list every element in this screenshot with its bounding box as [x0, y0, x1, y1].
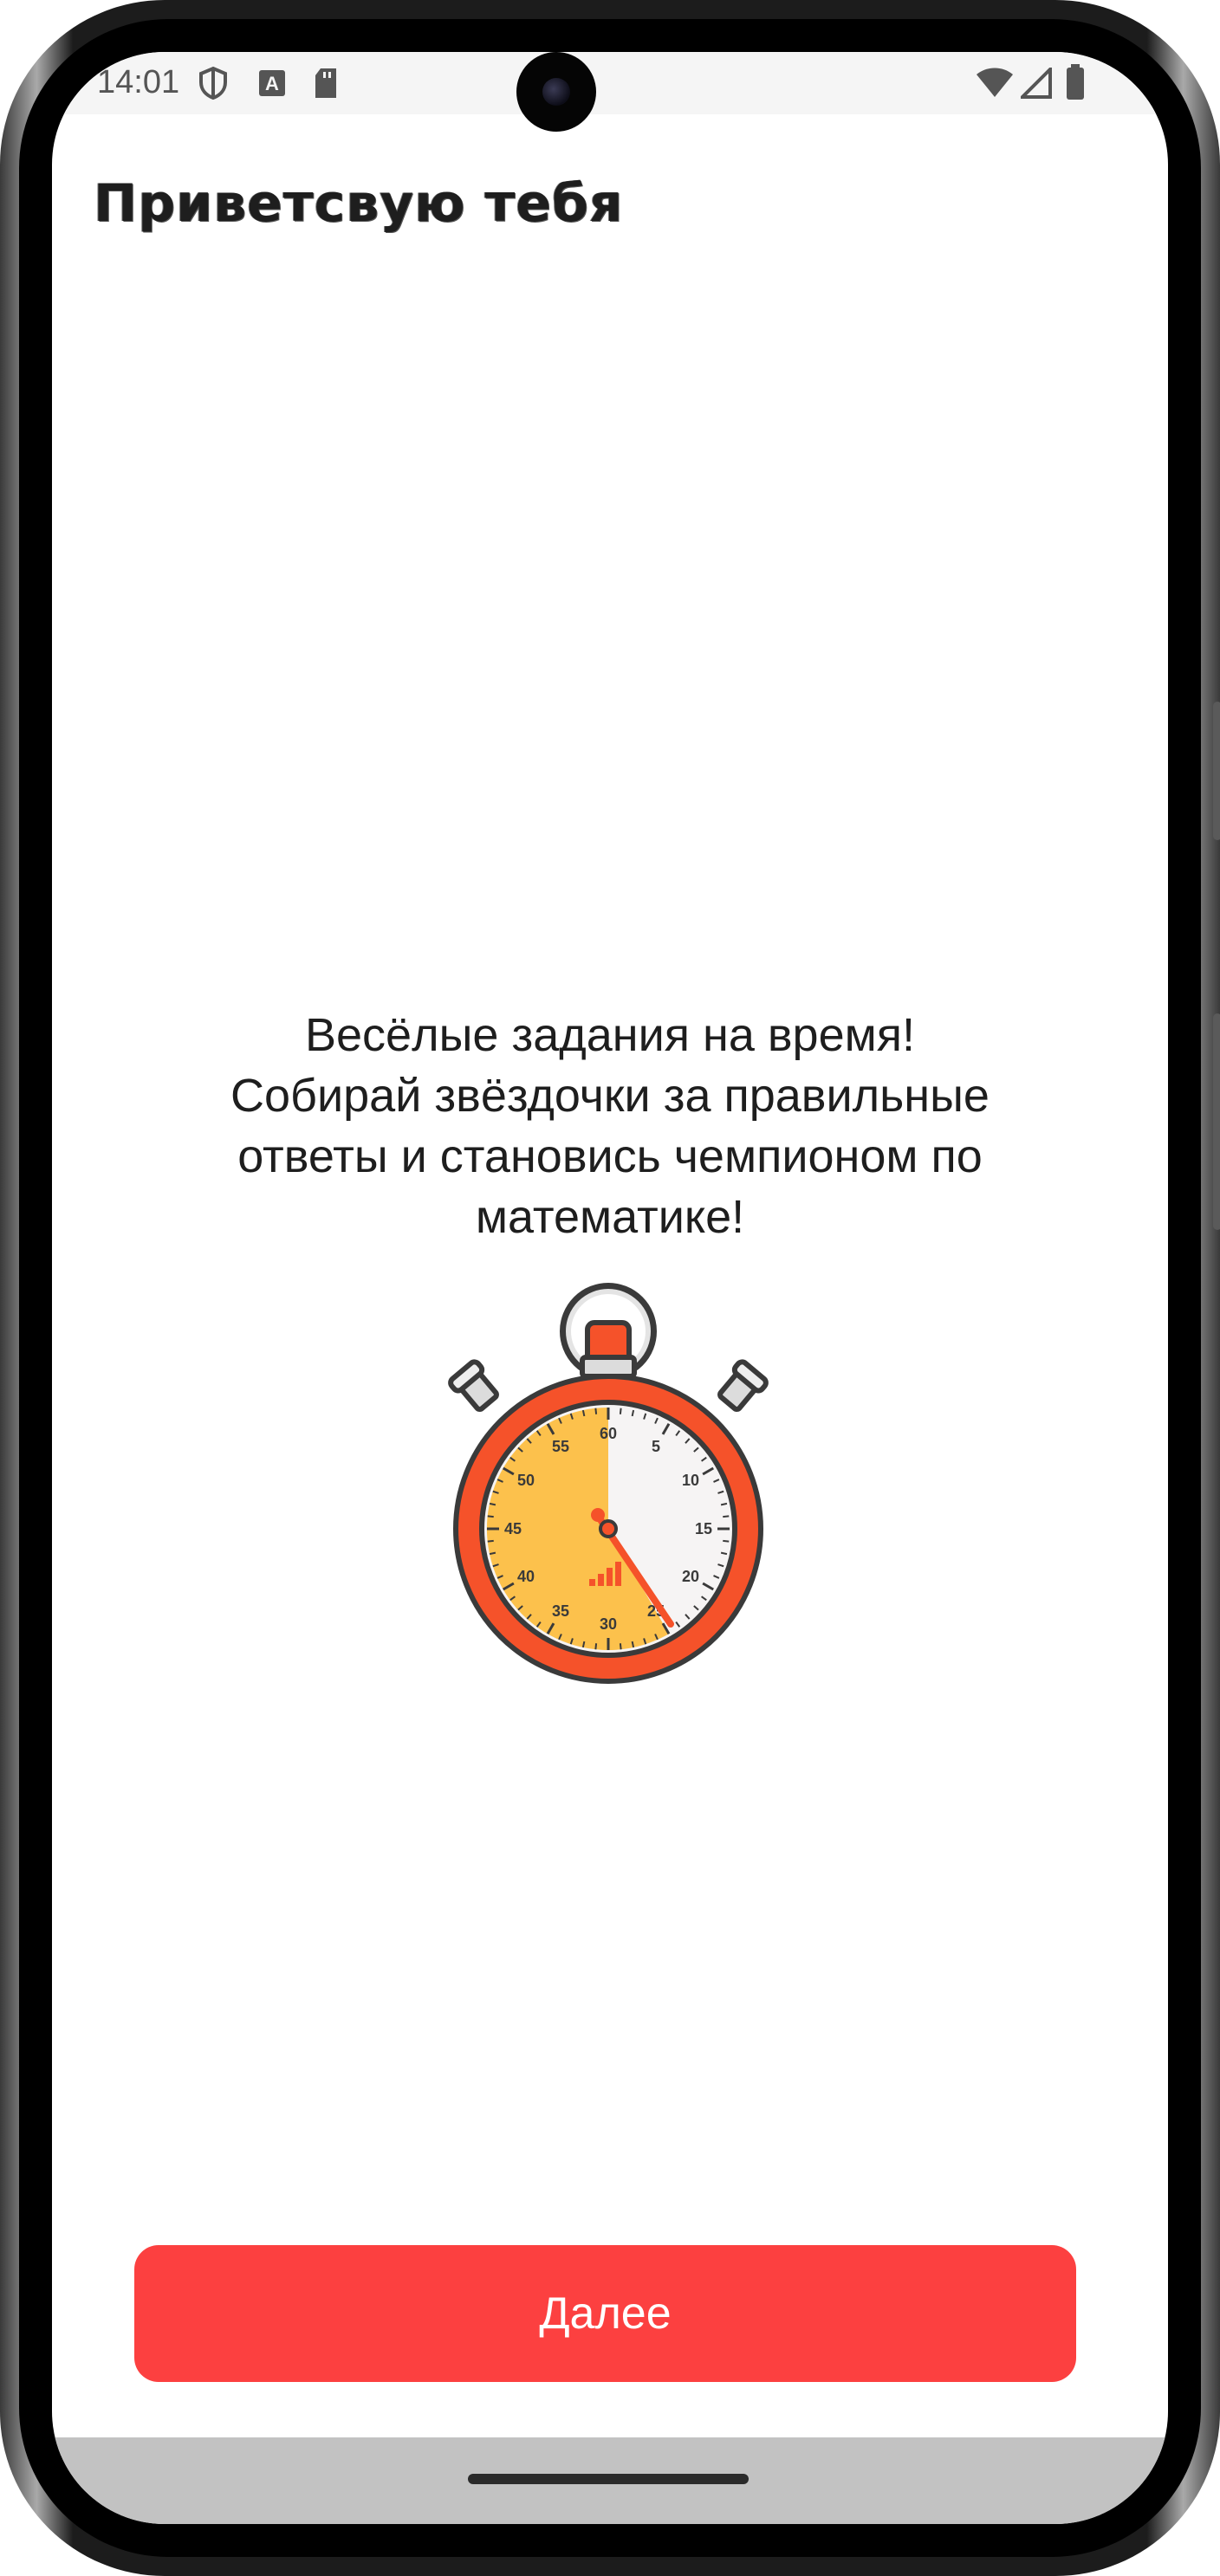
- wifi-icon: [977, 68, 1013, 97]
- stopwatch-tick: [619, 1643, 622, 1650]
- stopwatch-tick: [581, 1641, 586, 1648]
- status-time: 14:01: [97, 64, 180, 100]
- description-line: Весёлые задания на время!: [305, 1009, 915, 1061]
- stopwatch-tick: [581, 1409, 586, 1417]
- stopwatch-icon: 60 5 10 15 20 25 30 35 40 45 50 55: [448, 1283, 769, 1684]
- stopwatch-tick: [489, 1502, 496, 1506]
- svg-text:A: A: [265, 73, 279, 94]
- description-line: Собирай звёздочки за правильные: [230, 1070, 990, 1122]
- phone-frame: 14:01 A Приветсвую тебя Весёлые задания …: [0, 0, 1220, 2576]
- stopwatch-label: 45: [504, 1520, 522, 1537]
- home-indicator[interactable]: [468, 2474, 749, 2484]
- stopwatch-label: 20: [682, 1568, 699, 1585]
- stopwatch-label: 5: [652, 1438, 660, 1455]
- stopwatch-label: 15: [695, 1520, 712, 1537]
- description-text: Весёлые задания на время! Собирай звёздо…: [121, 1005, 1099, 1247]
- stopwatch-label: 30: [600, 1615, 617, 1633]
- stopwatch-label: 10: [682, 1472, 699, 1489]
- greeting-title: Приветсвую тебя: [94, 173, 624, 234]
- navigation-bar: [52, 2437, 1168, 2524]
- stopwatch-tick: [723, 1515, 730, 1518]
- front-camera: [516, 52, 596, 132]
- status-bar: 14:01 A: [52, 52, 1168, 114]
- stopwatch-label: 60: [600, 1425, 617, 1442]
- next-button[interactable]: Далее: [134, 2245, 1076, 2382]
- stopwatch-tick: [594, 1643, 598, 1650]
- stopwatch-tick: [487, 1515, 494, 1518]
- stopwatch-tick: [720, 1502, 728, 1506]
- screen: 14:01 A Приветсвую тебя Весёлые задания …: [52, 52, 1168, 2524]
- description-line: математике!: [475, 1191, 745, 1243]
- stopwatch-label: 40: [517, 1568, 535, 1585]
- stopwatch-tick: [619, 1408, 622, 1414]
- sd-card-icon: [315, 68, 336, 98]
- shield-icon: [199, 66, 227, 100]
- stopwatch-tick: [594, 1408, 598, 1414]
- volume-button: [1213, 702, 1220, 840]
- description-line: ответы и становись чемпионом по: [237, 1130, 983, 1182]
- power-button: [1213, 1013, 1220, 1230]
- signal-icon: [1021, 68, 1052, 99]
- stopwatch-label: 35: [552, 1602, 569, 1620]
- stopwatch-label: 50: [517, 1472, 535, 1489]
- stopwatch-tick: [487, 1539, 494, 1543]
- stopwatch-tick: [720, 1551, 728, 1556]
- stopwatch-label: 55: [552, 1438, 569, 1455]
- battery-icon: [1067, 64, 1084, 100]
- stopwatch-tick: [723, 1539, 730, 1543]
- stopwatch-tick: [489, 1551, 496, 1556]
- keyboard-a-icon: A: [259, 70, 285, 96]
